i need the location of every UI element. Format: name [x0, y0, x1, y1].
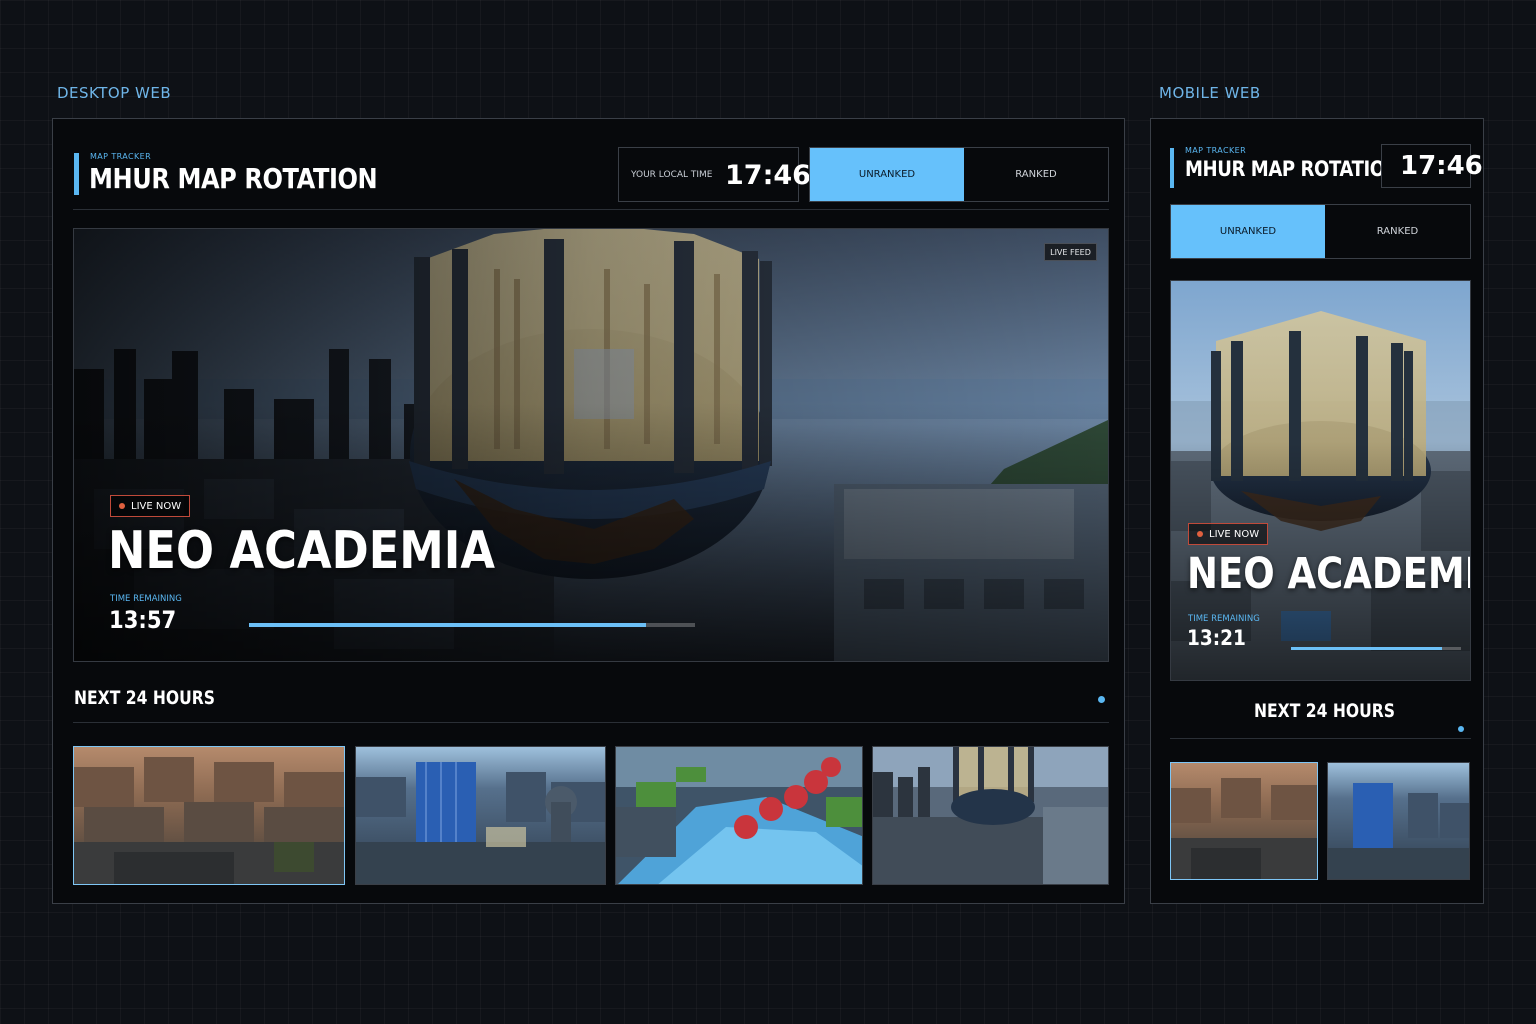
live-now-label: LIVE NOW [131, 500, 182, 512]
carousel-indicator-dot[interactable] [1098, 696, 1105, 703]
mobile-carousel-indicator-dot[interactable] [1458, 726, 1464, 732]
mobile-caption: MOBILE WEB [1159, 84, 1261, 102]
local-time-box: YOUR LOCAL TIME 17:46 [618, 147, 811, 202]
neo-academia-hero-image [74, 229, 1108, 661]
thumbnail-desert-city[interactable] [73, 746, 345, 885]
desert-city-image [74, 747, 344, 884]
mobile-next-24-hours-title: NEXT 24 HOURS [1254, 700, 1396, 722]
neo-academia-image [873, 747, 1108, 884]
time-progress-fill [249, 623, 646, 627]
mobile-header-eyebrow: MAP TRACKER [1185, 146, 1247, 155]
live-dot-icon [119, 503, 125, 509]
mobile-time-progress-fill [1291, 647, 1443, 650]
mobile-desert-city-image [1171, 763, 1317, 879]
thumbnail-blue-tower-city[interactable] [355, 746, 606, 885]
current-map-name: NEO ACADEMIA [108, 521, 496, 581]
mobile-local-time-box: 17:46 [1381, 144, 1483, 188]
local-time-label: YOUR LOCAL TIME [631, 170, 713, 180]
hero-banner[interactable]: LIVE FEED LIVE NOW NEO ACADEMIA TIME REM… [73, 228, 1109, 662]
live-feed-badge: LIVE FEED [1044, 243, 1097, 261]
mobile-section-divider [1170, 738, 1471, 739]
desktop-caption: DESKTOP WEB [57, 84, 172, 102]
page-title: MHUR MAP ROTATION [89, 162, 378, 195]
mobile-hero-banner[interactable]: LIVE NOW NEO ACADEMIA TIME REMAINING 13:… [1170, 280, 1471, 681]
local-time-value: 17:46 [725, 160, 811, 191]
mobile-mode-tabs: UNRANKED RANKED [1170, 204, 1471, 259]
mobile-local-time-value: 17:46 [1400, 151, 1483, 181]
mobile-time-remaining-value: 13:21 [1187, 626, 1246, 650]
thumbnail-water-park[interactable] [615, 746, 863, 885]
header-divider [73, 209, 1109, 210]
mobile-live-now-badge: LIVE NOW [1188, 523, 1269, 545]
mobile-page-title: MHUR MAP ROTATION [1185, 157, 1400, 181]
mobile-tab-unranked[interactable]: UNRANKED [1171, 205, 1325, 258]
tab-unranked[interactable]: UNRANKED [810, 148, 964, 201]
time-remaining-value: 13:57 [109, 606, 177, 634]
section-divider [73, 722, 1109, 723]
mobile-time-remaining-label: TIME REMAINING [1188, 614, 1260, 624]
mobile-header-accent-bar [1170, 148, 1174, 188]
mobile-time-progress-bar [1291, 647, 1461, 650]
tab-ranked[interactable]: RANKED [964, 148, 1108, 201]
mobile-current-map-name: NEO ACADEMIA [1187, 549, 1470, 599]
mobile-live-now-label: LIVE NOW [1209, 528, 1260, 540]
time-remaining-label: TIME REMAINING [110, 594, 182, 604]
header-accent-bar [74, 153, 79, 195]
time-progress-bar [249, 623, 695, 627]
mode-tabs: UNRANKED RANKED [809, 147, 1109, 202]
mobile-thumbnail-desert-city[interactable] [1170, 762, 1318, 880]
mobile-tab-ranked[interactable]: RANKED [1325, 205, 1470, 258]
mobile-live-dot-icon [1197, 531, 1203, 537]
water-park-image [616, 747, 862, 884]
header-eyebrow: MAP TRACKER [90, 152, 152, 161]
mobile-blue-tower-city-image [1328, 763, 1469, 879]
thumbnail-neo-academia[interactable] [872, 746, 1109, 885]
live-now-badge: LIVE NOW [110, 495, 191, 517]
blue-tower-city-image [356, 747, 605, 884]
mobile-thumbnail-blue-tower-city[interactable] [1327, 762, 1470, 880]
next-24-hours-title: NEXT 24 HOURS [74, 687, 216, 709]
